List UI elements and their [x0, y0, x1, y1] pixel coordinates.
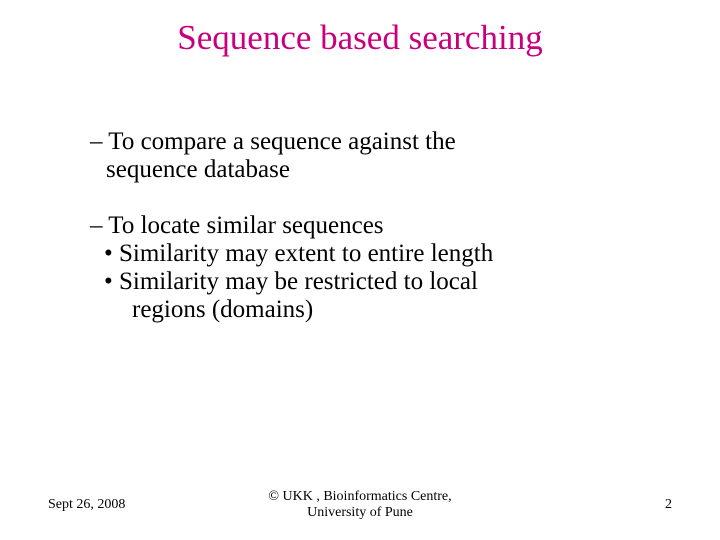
- sub-bullet: • Similarity may extent to entire length: [90, 240, 650, 268]
- footer-center: © UKK , Bioinformatics Centre, Universit…: [0, 489, 720, 520]
- sub-bullet-cont: regions (domains): [90, 296, 650, 324]
- dash-item-cont: sequence database: [90, 156, 650, 184]
- slide: Sequence based searching – To compare a …: [0, 0, 720, 540]
- bullet-block-2: – To locate similar sequences • Similari…: [90, 212, 650, 324]
- footer-copyright-line1: © UKK , Bioinformatics Centre,: [0, 489, 720, 504]
- sub-bullet: • Similarity may be restricted to local: [90, 268, 650, 296]
- footer-page-number: 2: [665, 497, 672, 512]
- slide-body: – To compare a sequence against the sequ…: [90, 128, 650, 352]
- dash-item: – To compare a sequence against the: [90, 128, 650, 156]
- footer-copyright-line2: University of Pune: [0, 505, 720, 520]
- dash-item: – To locate similar sequences: [90, 212, 650, 240]
- slide-title: Sequence based searching: [0, 18, 720, 58]
- bullet-block-1: – To compare a sequence against the sequ…: [90, 128, 650, 184]
